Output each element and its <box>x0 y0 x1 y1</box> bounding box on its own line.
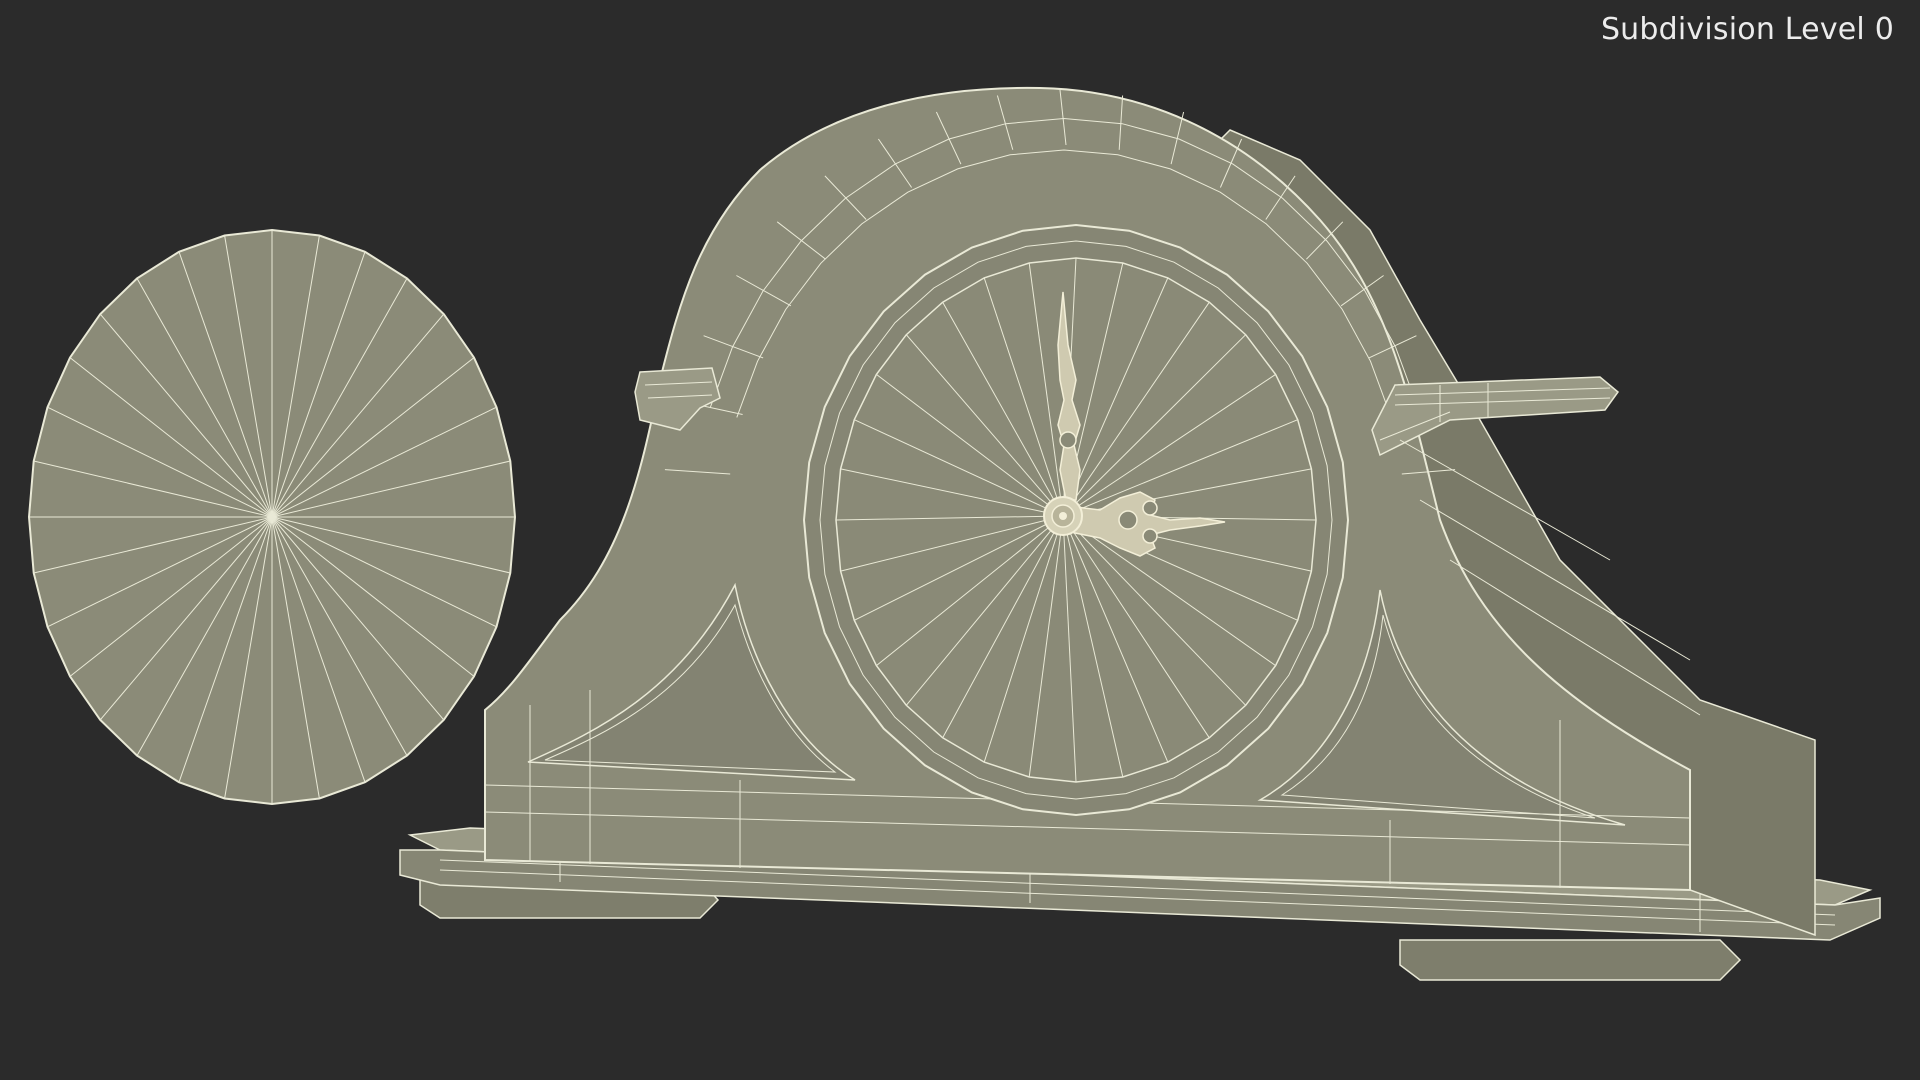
pendulum-disc-wireframe <box>29 230 515 804</box>
clock-foot-right <box>1399 939 1742 981</box>
subdivision-level-label: Subdivision Level 0 <box>1600 12 1894 47</box>
minute-hand-ornament <box>1059 431 1077 449</box>
3d-viewport[interactable]: Subdivision Level 0 <box>0 0 1920 1080</box>
pendulum-disc[interactable] <box>27 228 517 806</box>
hour-hand-ornament <box>1142 500 1158 516</box>
viewport-render <box>27 86 1881 981</box>
hour-hand-ornament <box>1118 510 1138 530</box>
hour-hand-ornament <box>1142 528 1158 544</box>
hand-hub <box>1043 496 1083 536</box>
